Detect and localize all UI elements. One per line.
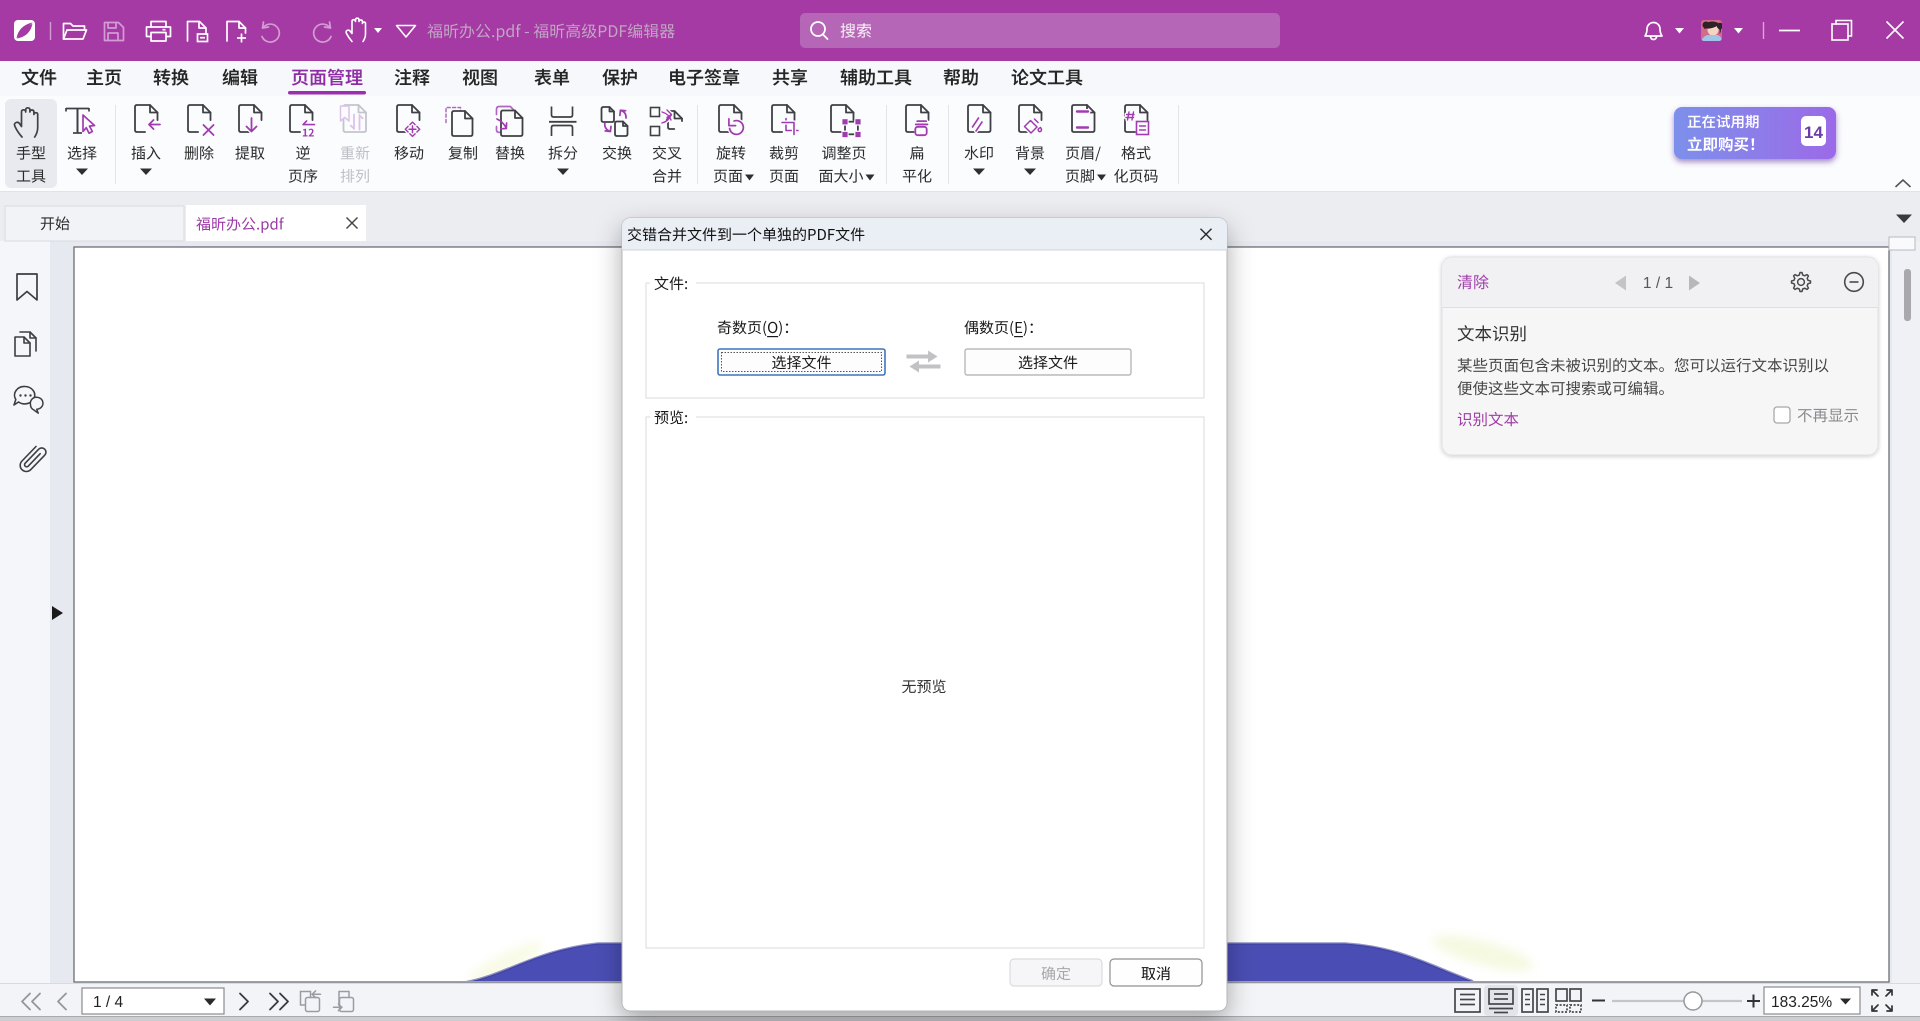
svg-text:14: 14 — [1804, 123, 1823, 142]
svg-text:1 / 1: 1 / 1 — [1643, 275, 1673, 292]
svg-text:1 / 4: 1 / 4 — [93, 994, 124, 1011]
svg-text:183.25%: 183.25% — [1771, 994, 1832, 1011]
